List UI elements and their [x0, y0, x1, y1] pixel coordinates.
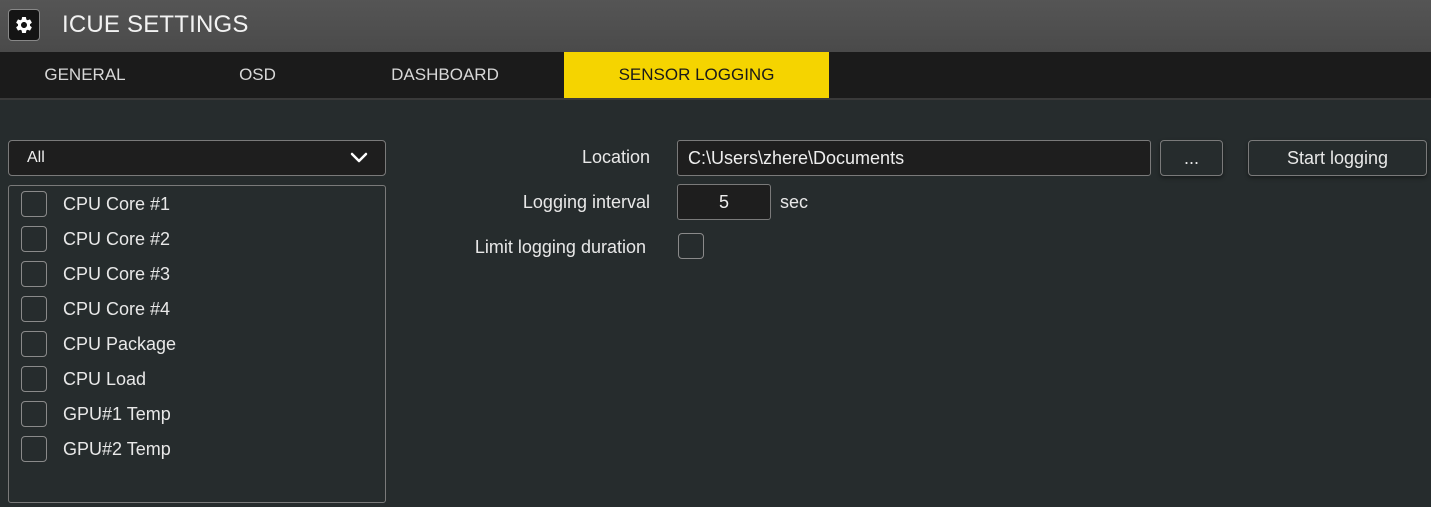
sensor-checkbox[interactable] [21, 436, 47, 462]
sensor-checkbox[interactable] [21, 331, 47, 357]
gear-icon [16, 16, 32, 33]
sensor-checkbox[interactable] [21, 191, 47, 217]
interval-unit-label: sec [780, 192, 809, 212]
sensor-checkbox[interactable] [21, 296, 47, 322]
start-logging-button[interactable]: Start logging [1248, 140, 1427, 176]
settings-button[interactable] [8, 9, 40, 41]
location-value: C:\Users\zhere\Documents [688, 147, 905, 168]
sensor-item-cpu-core-3[interactable]: CPU Core #3 [21, 260, 170, 288]
tab-dashboard[interactable]: DASHBOARD [345, 52, 545, 98]
sensor-label: CPU Core #3 [63, 263, 171, 284]
sensor-item-cpu-core-4[interactable]: CPU Core #4 [21, 295, 170, 323]
sensor-label: GPU#2 Temp [63, 438, 171, 459]
location-label: Location [581, 147, 650, 167]
logging-interval-label: Logging interval [522, 192, 650, 212]
sensor-filter-value: All [27, 149, 45, 166]
sensor-label: CPU Package [63, 333, 177, 354]
sensor-label: CPU Core #4 [63, 298, 171, 319]
sensor-label: CPU Core #2 [63, 228, 171, 249]
location-field[interactable]: C:\Users\zhere\Documents [677, 140, 1151, 176]
sensor-item-gpu2-temp[interactable]: GPU#2 Temp [21, 435, 171, 463]
sensor-label: CPU Core #1 [63, 193, 171, 214]
sensor-item-cpu-load[interactable]: CPU Load [21, 365, 146, 393]
sensor-item-cpu-core-2[interactable]: CPU Core #2 [21, 225, 170, 253]
sensor-item-gpu1-temp[interactable]: GPU#1 Temp [21, 400, 171, 428]
window-title: ICUE SETTINGS [62, 11, 249, 38]
sensor-filter-dropdown[interactable]: All [8, 140, 386, 176]
logging-interval-field[interactable]: 5 [677, 184, 771, 220]
limit-duration-checkbox[interactable] [678, 233, 704, 259]
browse-button[interactable]: ... [1160, 140, 1223, 176]
tab-osd[interactable]: OSD [170, 52, 345, 98]
tab-bar: GENERAL OSD DASHBOARD SENSOR LOGGING [0, 52, 1431, 100]
sensor-checkbox[interactable] [21, 366, 47, 392]
tab-sensor-logging[interactable]: SENSOR LOGGING [564, 52, 829, 98]
logging-interval-value: 5 [718, 191, 729, 212]
title-bar: ICUE SETTINGS [0, 0, 1431, 52]
tab-general[interactable]: GENERAL [0, 52, 170, 98]
sensor-item-cpu-core-1[interactable]: CPU Core #1 [21, 190, 170, 218]
sensor-checkbox[interactable] [21, 226, 47, 252]
sensor-list: CPU Core #1 CPU Core #2 CPU Core #3 CPU … [8, 185, 386, 503]
sensor-label: GPU#1 Temp [63, 403, 171, 424]
limit-duration-label: Limit logging duration [474, 237, 646, 257]
sensor-item-cpu-package[interactable]: CPU Package [21, 330, 176, 358]
sensor-checkbox[interactable] [21, 401, 47, 427]
sensor-label: CPU Load [63, 368, 147, 389]
sensor-checkbox[interactable] [21, 261, 47, 287]
chevron-down-icon [350, 152, 368, 163]
